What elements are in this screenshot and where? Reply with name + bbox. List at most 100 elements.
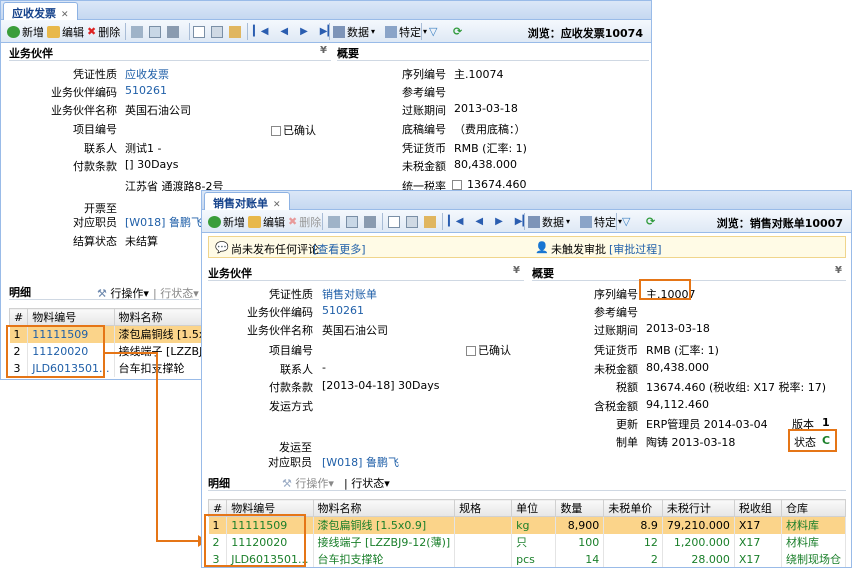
partner-section-header: 业务伙伴 ¥	[9, 45, 331, 61]
refresh-button[interactable]: ⟳	[453, 24, 462, 39]
new-button[interactable]: 新增	[208, 214, 245, 229]
field-label: 参考编号	[402, 86, 446, 99]
table-cell	[454, 533, 513, 551]
browse-title: 浏览：应收发票10074	[527, 27, 643, 40]
staff-label: 对应职员	[268, 456, 312, 469]
column-header[interactable]: 未税行计	[661, 499, 735, 517]
delete-button[interactable]: ✖ 删除	[288, 214, 321, 229]
delete-button[interactable]: ✖ 删除	[87, 24, 120, 39]
column-header[interactable]: 税收组	[733, 499, 782, 517]
table-cell: 漆包扁铜线 [1.5x0.9]	[313, 516, 456, 534]
notice-comment: 尚未发布任何评论	[231, 243, 319, 256]
first-record-icon[interactable]: ▎◀	[253, 26, 268, 37]
view-more-link[interactable]: [查看更多]	[313, 241, 366, 257]
statement-tabbar: 销售对账单 ✕	[202, 191, 851, 210]
row-status-menu[interactable]: | 行状态▾	[153, 285, 199, 301]
column-header[interactable]: 规格	[454, 499, 513, 517]
row-operations-menu[interactable]: ⚒ 行操作▾	[97, 285, 149, 301]
first-record-icon[interactable]: ▎◀	[448, 216, 463, 227]
field-value[interactable]: 应收发票	[125, 66, 169, 82]
previous-record-icon[interactable]: ◀	[475, 216, 483, 227]
row-operations-menu[interactable]: ⚒ 行操作▾	[282, 475, 334, 491]
confirmed-checkbox[interactable]: 已确认	[271, 122, 316, 138]
field-label: 业务伙伴名称	[51, 104, 117, 117]
field-label: 未税金额	[402, 160, 446, 173]
table-cell: 12	[603, 533, 663, 551]
field-value: 80,438.000	[646, 361, 709, 374]
delete-icon: ✖	[87, 25, 97, 38]
next-record-icon[interactable]: ▶	[300, 26, 308, 37]
field-label: 含税金额	[594, 400, 638, 413]
column-header[interactable]: 仓库	[780, 499, 847, 517]
edit-button[interactable]: 编辑	[47, 24, 84, 39]
field-value: 2013-03-18	[646, 322, 710, 335]
collapse-icon[interactable]: ¥	[320, 45, 327, 56]
column-header[interactable]: 单位	[511, 499, 557, 517]
column-header[interactable]: 物料名称	[312, 499, 456, 517]
previous-record-icon[interactable]: ◀	[280, 26, 288, 37]
next-record-icon[interactable]: ▶	[495, 216, 503, 227]
row-status-menu[interactable]: | 行状态▾	[344, 475, 390, 491]
field-label: 业务伙伴编码	[51, 86, 117, 99]
data-icon	[333, 25, 345, 38]
column-header[interactable]: 物料编号	[27, 308, 115, 326]
table-cell: 材料库	[781, 533, 847, 551]
table-cell: 2	[603, 550, 663, 567]
table-cell: 14	[555, 550, 605, 567]
table-cell: 28.000	[662, 550, 735, 567]
checkbox-icon[interactable]	[466, 346, 476, 356]
close-icon[interactable]: ✕	[273, 200, 281, 210]
approval-process-link[interactable]: [审批过程]	[609, 241, 662, 257]
wrench-icon: ⚒	[97, 287, 107, 300]
close-icon[interactable]: ✕	[61, 10, 69, 20]
column-header[interactable]: #	[8, 308, 29, 326]
toolbar-icon-group[interactable]	[131, 24, 179, 39]
field-label: 底稿编号	[402, 123, 446, 136]
statement-tab[interactable]: 销售对账单 ✕	[204, 192, 290, 210]
field-label: 税额	[616, 381, 638, 394]
field-value[interactable]: 510261	[322, 304, 364, 317]
checkbox-icon[interactable]	[271, 126, 281, 136]
toolbar-icon-group[interactable]	[328, 214, 376, 229]
refresh-button[interactable]: ⟳	[646, 214, 655, 229]
filter-button[interactable]: ▽	[622, 214, 630, 229]
table-cell	[454, 516, 513, 534]
column-header[interactable]: 数量	[555, 499, 605, 517]
collapse-icon[interactable]: ¥	[513, 265, 520, 276]
add-icon	[208, 215, 221, 228]
collapse-icon[interactable]: ¥	[835, 265, 842, 276]
invoice-tab[interactable]: 应收发票 ✕	[3, 2, 78, 20]
special-icon	[580, 215, 592, 228]
dropdown-arrow-icon: ▾	[423, 27, 428, 36]
field-value[interactable]: 510261	[125, 84, 167, 97]
refresh-icon: ⟳	[453, 25, 463, 38]
record-navigation[interactable]: ▎◀ ◀ ▶ ▶▎	[253, 24, 335, 39]
paste-icon	[229, 25, 241, 38]
toolbar-icon-group-2[interactable]	[388, 214, 436, 229]
field-label: 过账期间	[594, 324, 638, 337]
staff-value[interactable]: [W018] 鲁鹏飞	[322, 454, 399, 470]
partner-section-header: 业务伙伴 ¥	[208, 265, 524, 281]
highlight-box-serial	[639, 279, 691, 300]
field-value[interactable]: [W018] 鲁鹏飞	[125, 214, 202, 230]
tools-icon	[131, 25, 143, 38]
edit-button[interactable]: 编辑	[248, 214, 285, 229]
tax-checkbox-icon[interactable]	[452, 180, 462, 190]
confirmed-checkbox[interactable]: 已确认	[466, 342, 511, 358]
data-menu-button[interactable]: 数据 ▾	[333, 24, 375, 39]
toolbar-icon-group-2[interactable]	[193, 24, 241, 39]
data-menu-button[interactable]: 数据 ▾	[528, 214, 570, 229]
field-value: [] 30Days	[125, 158, 179, 171]
new-button[interactable]: 新增	[7, 24, 44, 39]
column-header[interactable]: 未税单价	[603, 499, 663, 517]
field-label: 发运方式	[269, 400, 313, 413]
version-value: 1	[822, 416, 830, 429]
field-value: ERP管理员 2014-03-04	[646, 418, 768, 431]
highlight-box-statement	[204, 514, 306, 567]
record-navigation[interactable]: ▎◀ ◀ ▶ ▶▎	[448, 214, 530, 229]
field-value[interactable]: 销售对账单	[322, 286, 377, 302]
filter-button[interactable]: ▽	[429, 24, 437, 39]
copy-icon	[406, 215, 418, 228]
filter-icon: ▽	[622, 215, 631, 228]
field-label: 更新	[616, 418, 638, 431]
